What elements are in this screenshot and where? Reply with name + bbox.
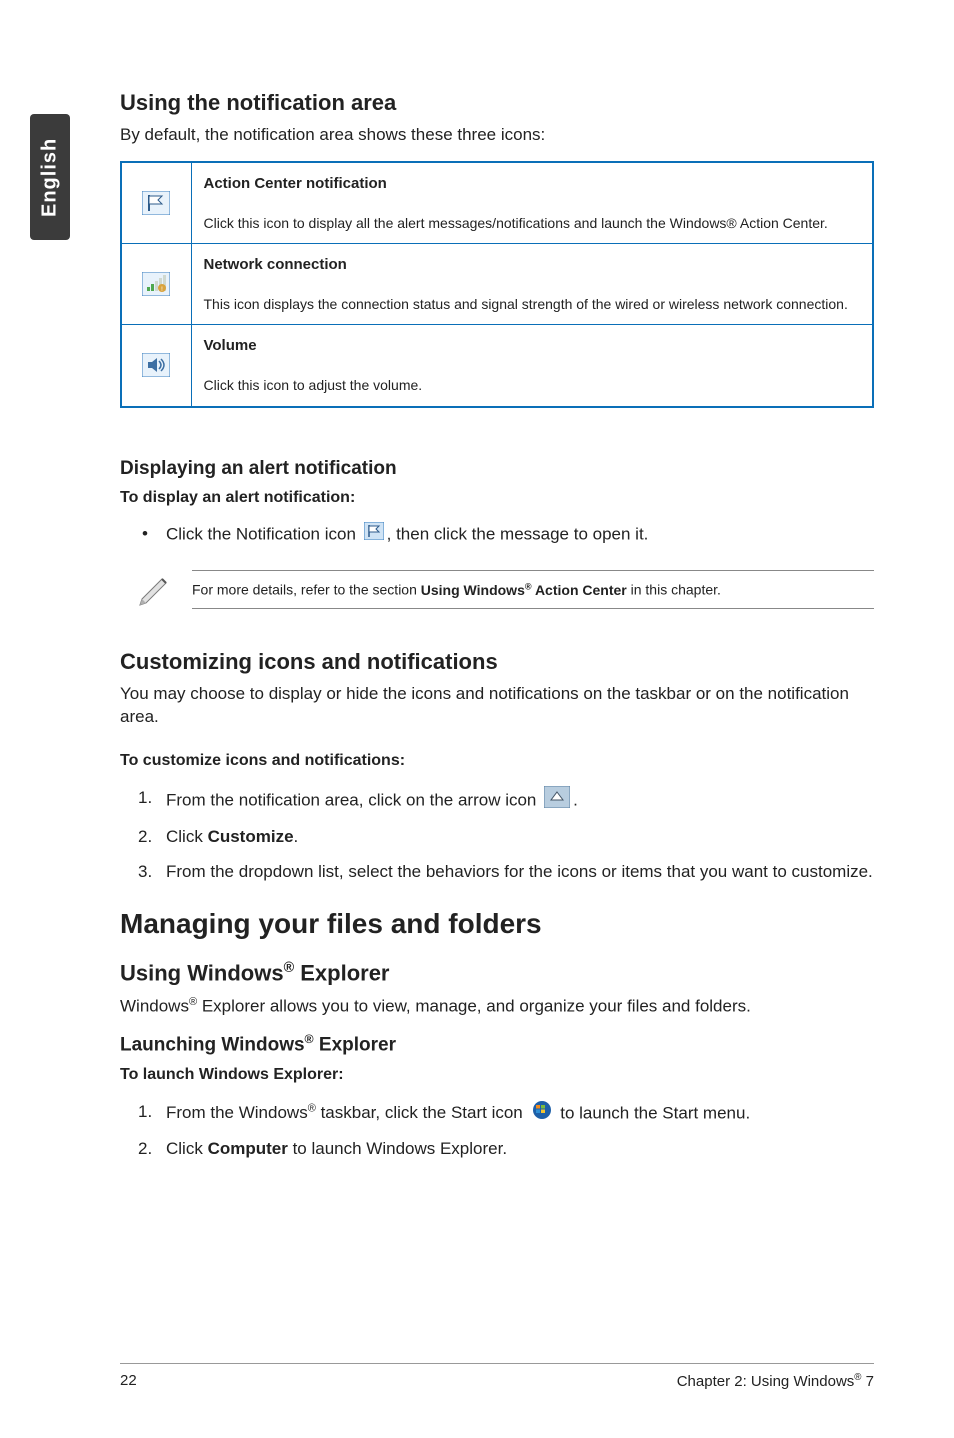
list-item: Click the Notification icon , then click… bbox=[138, 522, 874, 548]
text-fragment: Computer bbox=[208, 1139, 288, 1158]
note-block: For more details, refer to the section U… bbox=[134, 566, 874, 613]
text-fragment: Click bbox=[166, 1139, 208, 1158]
arrow-up-icon bbox=[544, 786, 570, 816]
intro-notification-area: By default, the notification area shows … bbox=[120, 124, 874, 147]
text-fragment: Customize bbox=[208, 827, 294, 846]
speaker-icon bbox=[142, 353, 170, 377]
language-tab: English bbox=[30, 114, 70, 240]
heading-launching-explorer: Launching Windows® Explorer bbox=[120, 1032, 874, 1056]
notification-icons-table: Action Center notification Click this ic… bbox=[120, 161, 874, 408]
text-fragment: From the Windows® taskbar, click the Sta… bbox=[166, 1103, 528, 1122]
volume-desc-cell: Volume Click this icon to adjust the vol… bbox=[191, 325, 873, 407]
text-fragment: Action Center bbox=[535, 582, 627, 598]
page-number: 22 bbox=[120, 1372, 137, 1390]
network-desc-cell: Network connection This icon displays th… bbox=[191, 244, 873, 325]
flag-icon bbox=[364, 522, 384, 548]
windows-start-icon bbox=[531, 1100, 553, 1128]
sub-display-alert: To display an alert notification: bbox=[120, 489, 355, 506]
pencil-icon bbox=[134, 567, 174, 612]
network-signal-icon: ! bbox=[142, 272, 170, 296]
text-fragment: to launch Windows Explorer. bbox=[288, 1139, 507, 1158]
heading-customizing: Customizing icons and notifications bbox=[120, 649, 874, 675]
note-content: For more details, refer to the section U… bbox=[192, 566, 874, 613]
note-text: For more details, refer to the section U… bbox=[192, 575, 874, 604]
heading-managing-files: Managing your files and folders bbox=[120, 908, 874, 940]
table-row: Action Center notification Click this ic… bbox=[121, 162, 873, 244]
heading-notification-area: Using the notification area bbox=[120, 90, 874, 116]
text-fragment: Click bbox=[166, 827, 208, 846]
row-title: Network connection bbox=[204, 256, 347, 273]
intro-customizing: You may choose to display or hide the ic… bbox=[120, 683, 874, 729]
alert-steps-list: Click the Notification icon , then click… bbox=[120, 522, 874, 548]
action-center-desc-cell: Action Center notification Click this ic… bbox=[191, 162, 873, 244]
text-fragment: Using Windows bbox=[421, 582, 525, 598]
text-fragment: . bbox=[294, 827, 299, 846]
launch-steps: 1. From the Windows® taskbar, click the … bbox=[120, 1100, 874, 1162]
list-item: 2. Click Customize. bbox=[138, 825, 874, 850]
text-fragment: From the notification area, click on the… bbox=[166, 790, 541, 809]
sub-launch-explorer: To launch Windows Explorer: bbox=[120, 1066, 344, 1083]
network-icon-cell: ! bbox=[121, 244, 191, 325]
chapter-label: Chapter 2: Using Windows® 7 bbox=[677, 1372, 874, 1390]
text-fragment: From the dropdown list, select the behav… bbox=[166, 862, 873, 881]
list-item: 2. Click Computer to launch Windows Expl… bbox=[138, 1137, 874, 1162]
row-desc: Click this icon to display all the alert… bbox=[204, 215, 828, 231]
list-item: 1. From the notification area, click on … bbox=[138, 786, 874, 816]
page: English Using the notification area By d… bbox=[0, 0, 954, 1438]
intro-explorer: Windows® Explorer allows you to view, ma… bbox=[120, 995, 874, 1019]
page-footer: 22 Chapter 2: Using Windows® 7 bbox=[120, 1363, 874, 1390]
text-fragment: to launch the Start menu. bbox=[560, 1103, 750, 1122]
text-fragment: in this chapter. bbox=[627, 582, 721, 598]
text-fragment: . bbox=[573, 790, 578, 809]
heading-alert-notification: Displaying an alert notification bbox=[120, 458, 874, 480]
volume-icon-cell bbox=[121, 325, 191, 407]
row-title: Action Center notification bbox=[204, 175, 387, 192]
list-item: 3. From the dropdown list, select the be… bbox=[138, 860, 874, 885]
sub-customize: To customize icons and notifications: bbox=[120, 752, 405, 769]
customize-steps: 1. From the notification area, click on … bbox=[120, 786, 874, 885]
row-desc: Click this icon to adjust the volume. bbox=[204, 377, 423, 393]
row-title: Volume bbox=[204, 337, 257, 354]
table-row: Volume Click this icon to adjust the vol… bbox=[121, 325, 873, 407]
flag-icon bbox=[142, 191, 170, 215]
action-center-icon-cell bbox=[121, 162, 191, 244]
heading-windows-explorer: Using Windows® Explorer bbox=[120, 960, 874, 986]
text-fragment: Click the Notification icon bbox=[166, 525, 361, 544]
row-desc: This icon displays the connection status… bbox=[204, 296, 848, 312]
text-fragment: , then click the message to open it. bbox=[387, 525, 649, 544]
list-item: 1. From the Windows® taskbar, click the … bbox=[138, 1100, 874, 1128]
text-fragment: For more details, refer to the section bbox=[192, 582, 421, 598]
table-row: ! Network connection This icon displays … bbox=[121, 244, 873, 325]
